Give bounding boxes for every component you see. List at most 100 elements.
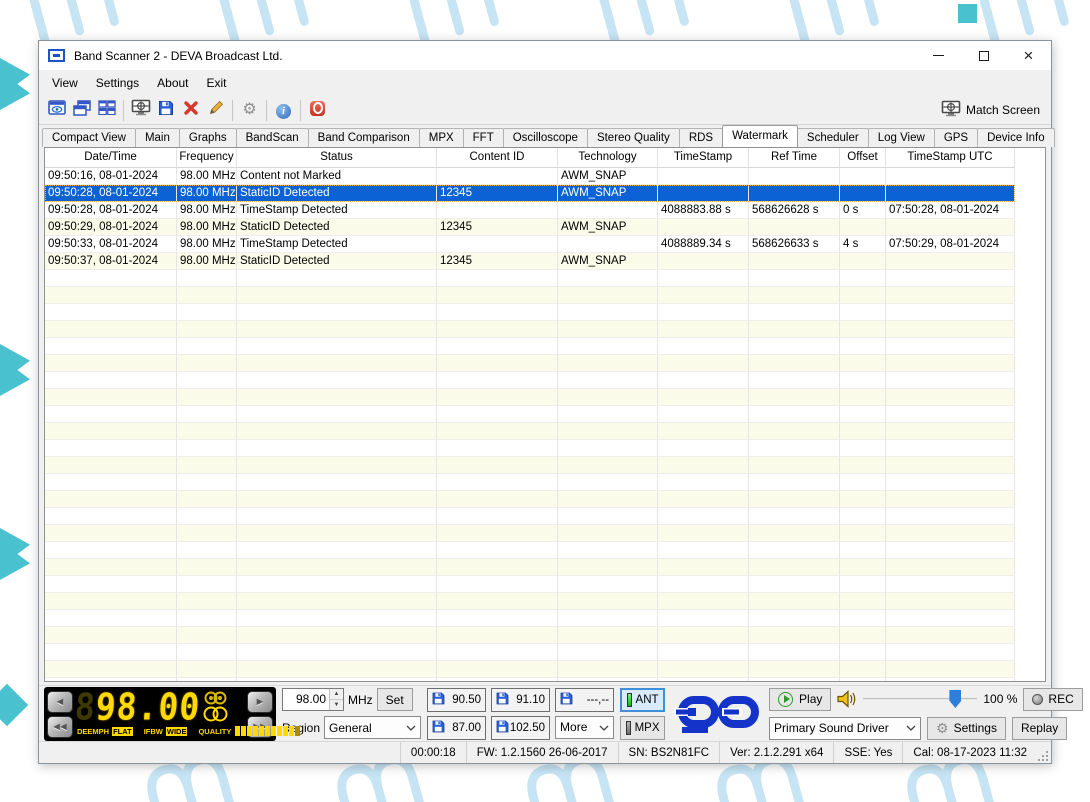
cell-date-time xyxy=(45,389,177,406)
tune-down-button[interactable]: ◄ xyxy=(47,690,73,713)
preset-button-[interactable]: ---,-- xyxy=(555,687,615,712)
speaker-icon[interactable] xyxy=(837,690,857,708)
column-header-offset[interactable]: Offset xyxy=(840,148,886,167)
cell-timestamp xyxy=(658,185,749,202)
ant-button[interactable]: ANT xyxy=(620,687,666,712)
match-screen-button[interactable]: Match Screen xyxy=(935,98,1046,122)
tab-scheduler[interactable]: Scheduler xyxy=(796,128,869,147)
preset-button-10250[interactable]: 102.50 xyxy=(491,715,551,740)
signal-buttons: ANT MPX xyxy=(620,687,666,740)
tune-group: 98.00 ▲ ▼ MHz Set Region General xyxy=(282,688,422,739)
preview-window-button[interactable] xyxy=(44,98,69,123)
cell-frequency: 98.00 MHz xyxy=(177,236,237,253)
table-filler-row xyxy=(45,372,1015,389)
cell-offset xyxy=(840,253,886,270)
column-header-frequency[interactable]: Frequency xyxy=(177,148,237,167)
save-button[interactable] xyxy=(153,98,178,123)
settings-gear-button[interactable]: ⚙ xyxy=(237,98,262,123)
tab-band-comparison[interactable]: Band Comparison xyxy=(307,128,420,147)
maximize-button[interactable] xyxy=(961,41,1006,70)
spin-up-icon[interactable]: ▲ xyxy=(330,689,343,700)
tab-mpx[interactable]: MPX xyxy=(418,128,464,147)
delete-button[interactable] xyxy=(178,98,203,123)
sound-driver-value: Primary Sound Driver xyxy=(774,721,889,735)
cell-timestamp-utc xyxy=(886,593,1015,610)
info-button[interactable]: i xyxy=(271,98,296,123)
tab-rds[interactable]: RDS xyxy=(678,128,724,147)
cell-technology xyxy=(558,627,658,644)
cell-frequency xyxy=(177,542,237,559)
table-row[interactable]: 09:50:37, 08-01-2024 98.00 MHz StaticID De… xyxy=(45,253,1015,270)
cell-timestamp xyxy=(658,661,749,678)
preset-button-9050[interactable]: 90.50 xyxy=(427,687,487,712)
frequency-input[interactable]: 98.00 xyxy=(283,689,329,710)
column-header-status[interactable]: Status xyxy=(237,148,437,167)
tab-device-info[interactable]: Device Info xyxy=(977,128,1055,147)
menu-item-settings[interactable]: Settings xyxy=(87,72,148,94)
spin-down-icon[interactable]: ▼ xyxy=(330,700,343,710)
tab-bandscan[interactable]: BandScan xyxy=(235,128,309,147)
volume-thumb[interactable] xyxy=(949,690,962,708)
tab-gps[interactable]: GPS xyxy=(933,128,979,147)
play-button[interactable]: Play xyxy=(769,687,832,711)
power-button[interactable] xyxy=(305,98,330,123)
tab-main[interactable]: Main xyxy=(134,128,180,147)
stereo-icon xyxy=(203,706,228,722)
region-select[interactable]: General xyxy=(324,716,422,739)
replay-button[interactable]: Replay xyxy=(1011,716,1068,740)
toolbar-separator xyxy=(266,99,267,121)
column-header-technology[interactable]: Technology xyxy=(558,148,658,167)
tab-compact-view[interactable]: Compact View xyxy=(42,128,136,147)
preset-button-8700[interactable]: 87.00 xyxy=(427,715,487,740)
tab-log-view[interactable]: Log View xyxy=(867,128,935,147)
preset-button-9110[interactable]: 91.10 xyxy=(491,687,551,712)
quality-segment xyxy=(247,726,253,736)
tab-watermark[interactable]: Watermark xyxy=(722,125,798,147)
table-row[interactable]: 09:50:29, 08-01-2024 98.00 MHz StaticID De… xyxy=(45,219,1015,236)
cell-date-time: 09:50:16, 08-01-2024 xyxy=(45,168,177,185)
menu-item-view[interactable]: View xyxy=(43,72,87,94)
table-row[interactable]: 09:50:28, 08-01-2024 98.00 MHz StaticID De… xyxy=(45,185,1015,202)
tune-up-button[interactable]: ► xyxy=(247,690,273,713)
cell-technology xyxy=(558,321,658,338)
cell-frequency xyxy=(177,270,237,287)
cell-ref-time xyxy=(749,440,840,457)
tab-graphs[interactable]: Graphs xyxy=(178,128,237,147)
table-row[interactable]: 09:50:28, 08-01-2024 98.00 MHz TimeStamp D… xyxy=(45,202,1015,219)
ant-label: ANT xyxy=(635,693,659,706)
cell-timestamp-utc xyxy=(886,406,1015,423)
menu-item-about[interactable]: About xyxy=(148,72,197,94)
preview-window-icon xyxy=(47,100,66,120)
resize-grip-icon[interactable] xyxy=(1037,750,1049,762)
cascade-windows-button[interactable] xyxy=(69,98,94,123)
tile-windows-button[interactable] xyxy=(94,98,119,123)
frequency-spinner[interactable]: 98.00 ▲ ▼ xyxy=(282,688,344,711)
cell-content-id xyxy=(437,678,558,681)
match-screen-button[interactable] xyxy=(128,98,153,123)
tab-oscilloscope[interactable]: Oscilloscope xyxy=(502,128,588,147)
close-button[interactable]: × xyxy=(1006,41,1051,70)
column-header-timestamp[interactable]: TimeStamp xyxy=(658,148,749,167)
cell-ref-time xyxy=(749,270,840,287)
tab-fft[interactable]: FFT xyxy=(462,128,504,147)
cell-timestamp xyxy=(658,440,749,457)
settings-button[interactable]: ⚙ Settings xyxy=(927,716,1006,740)
column-header-timestamp-utc[interactable]: TimeStamp UTC xyxy=(886,148,1015,167)
tab-stereo-quality[interactable]: Stereo Quality xyxy=(586,128,680,147)
edit-button[interactable] xyxy=(203,98,228,123)
table-row[interactable]: 09:50:16, 08-01-2024 98.00 MHz Content not… xyxy=(45,168,1015,185)
column-header-content-id[interactable]: Content ID xyxy=(437,148,558,167)
sound-driver-select[interactable]: Primary Sound Driver xyxy=(769,716,922,740)
column-header-ref-time[interactable]: Ref Time xyxy=(749,148,840,167)
cell-content-id: 12345 xyxy=(437,185,558,202)
seek-down-button[interactable]: ◄◄ xyxy=(47,715,73,738)
more-presets-select[interactable]: More xyxy=(555,715,615,739)
minimize-button[interactable] xyxy=(916,41,961,70)
mpx-button[interactable]: MPX xyxy=(620,715,666,740)
menu-item-exit[interactable]: Exit xyxy=(198,72,236,94)
table-row[interactable]: 09:50:33, 08-01-2024 98.00 MHz TimeStamp D… xyxy=(45,236,1015,253)
volume-slider[interactable] xyxy=(863,689,978,709)
rec-button[interactable]: REC xyxy=(1023,687,1083,711)
column-header-date-time[interactable]: Date/Time xyxy=(45,148,177,167)
set-button[interactable]: Set xyxy=(376,688,413,711)
